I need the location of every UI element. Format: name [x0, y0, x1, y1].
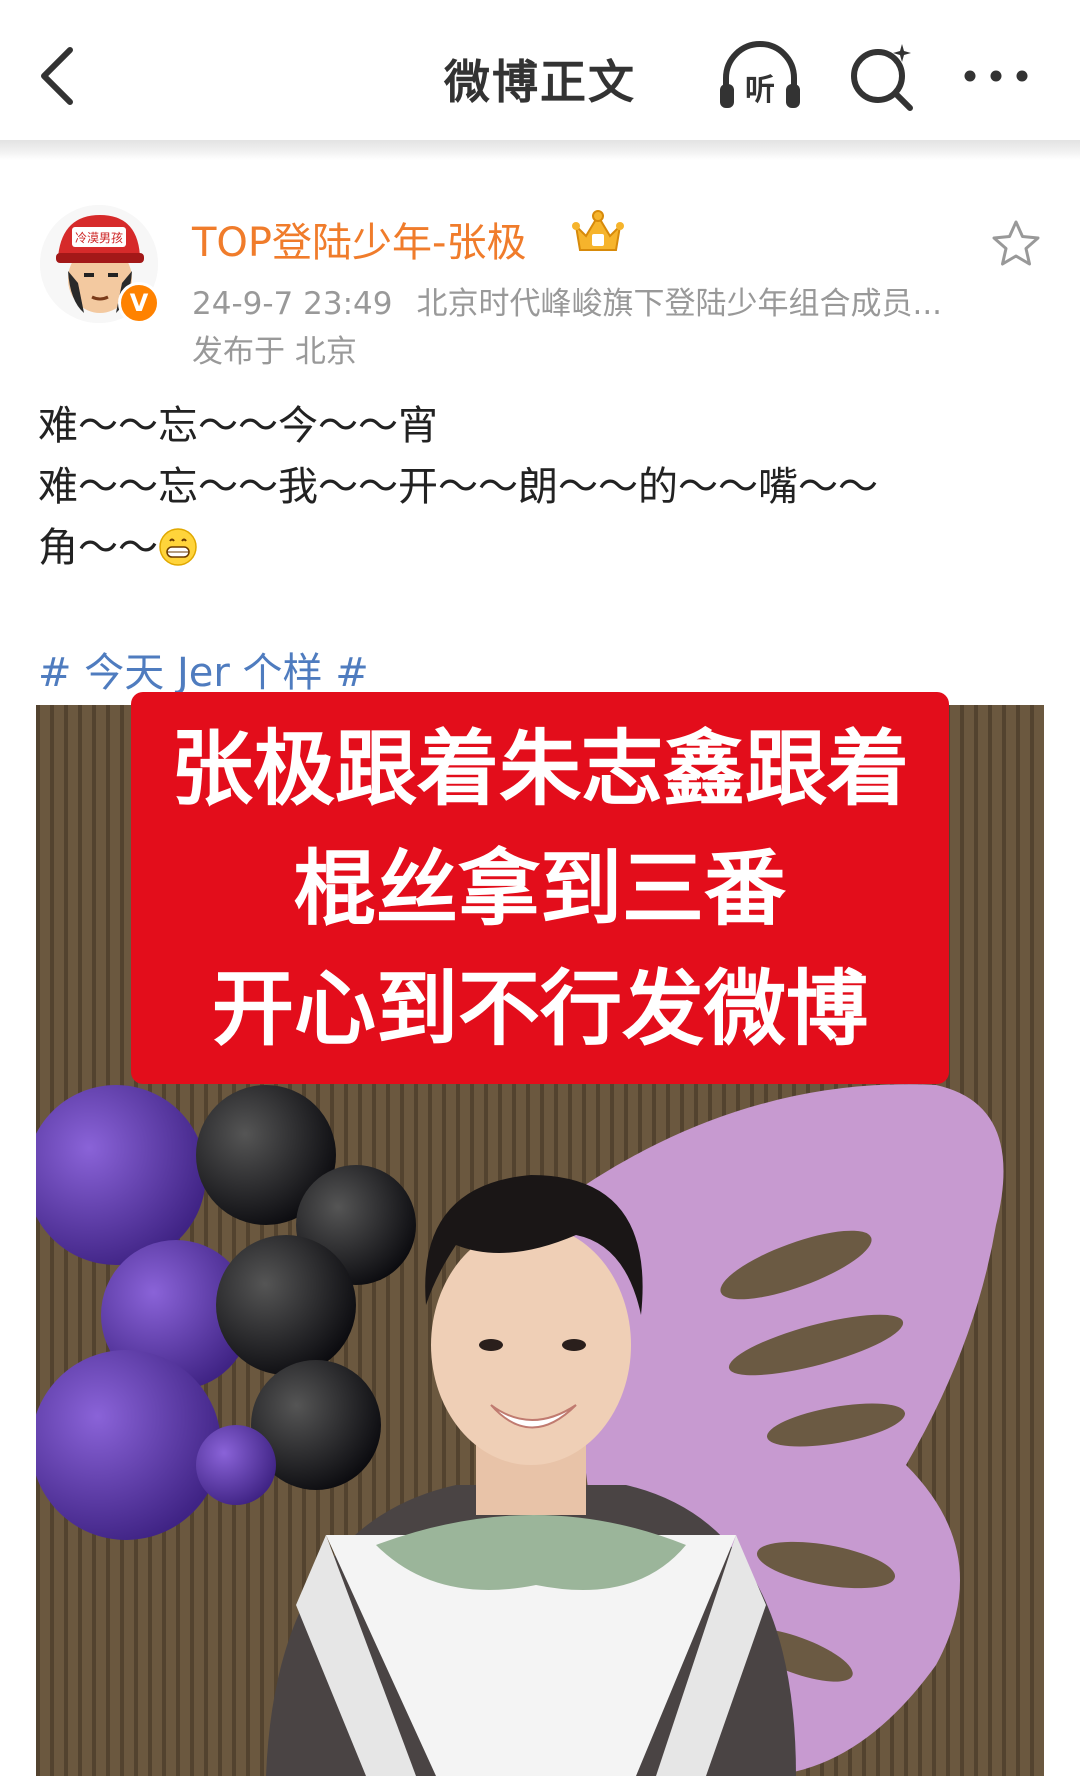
search-button[interactable] [846, 40, 918, 114]
section-divider [0, 140, 1080, 160]
verified-badge: V [118, 282, 160, 324]
listen-label: 听 [745, 73, 775, 108]
username[interactable]: TOP登陆少年-张极 [192, 210, 526, 268]
post-line-1: 难～～忘～～今～～宵 [38, 403, 438, 449]
post-meta: 24-9-7 23:49 北京时代峰峻旗下登陆少年组合成员... [192, 278, 992, 323]
user-description: 北京时代峰峻旗下登陆少年组合成员... [416, 286, 943, 322]
page-title: 微博正文 [444, 55, 636, 109]
post-content: 难～～忘～～今～～宵 难～～忘～～我～～开～～朗～～的～～嘴～～ 角～～ [38, 396, 1048, 579]
post-time: 24-9-7 23:49 [192, 286, 393, 322]
post-line-3-text: 角～～ [38, 525, 158, 571]
banner-line-1: 张极跟着朱志鑫跟着 [170, 722, 909, 817]
more-options-button[interactable] [960, 58, 1032, 94]
post-line-2: 难～～忘～～我～～开～～朗～～的～～嘴～～ [38, 464, 878, 510]
search-icon [851, 44, 913, 111]
banner-line-3: 开心到不行发微博 [211, 962, 868, 1057]
star-icon [992, 220, 1040, 266]
headphones-icon: 听 [720, 41, 800, 108]
post-location: 发布于 北京 [192, 334, 357, 370]
top-navigation-bar: 微博正文 听 [0, 0, 1080, 140]
favorite-button[interactable] [990, 218, 1042, 270]
banner-line-2: 棍丝拿到三番 [293, 842, 786, 937]
crown-badge-icon[interactable] [568, 206, 628, 258]
hashtag-link[interactable]: # 今天 Jer 个样 # [38, 640, 369, 698]
listen-button[interactable]: 听 [716, 40, 804, 114]
caption-banner: 张极跟着朱志鑫跟着 棍丝拿到三番 开心到不行发微博 [131, 692, 949, 1084]
avatar-cap-text: 冷漠男孩 [75, 231, 123, 245]
grin-emoji-icon [159, 528, 197, 566]
post-line-3: 角～～ [38, 518, 1048, 579]
more-dots-icon [964, 70, 1028, 82]
